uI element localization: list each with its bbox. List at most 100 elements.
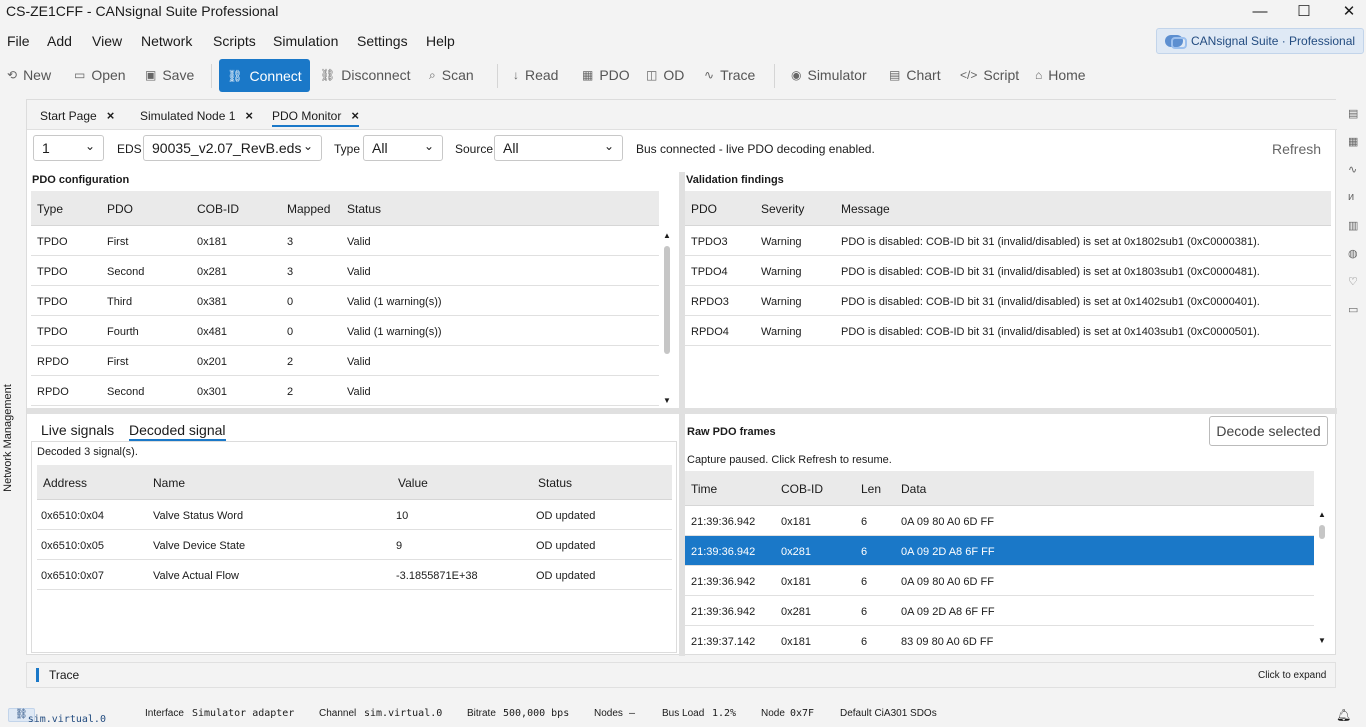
tab-decoded-signal[interactable]: Decoded signal <box>129 422 226 441</box>
column-header[interactable]: Mapped <box>287 202 330 216</box>
refresh-button[interactable]: Refresh <box>1272 141 1321 157</box>
table-row[interactable]: RPDO4 Warning PDO is disabled: COB-ID bit … <box>685 316 1331 346</box>
bell-icon[interactable]: 🔔︎ <box>1336 708 1351 722</box>
tab-live-signals[interactable]: Live signals <box>41 422 114 438</box>
table-row[interactable]: 21:39:36.942 0x281 6 0A 09 2D A8 6F FF <box>685 596 1314 626</box>
maximize-button[interactable]: ☐ <box>1281 0 1327 22</box>
column-header[interactable]: Message <box>841 202 890 216</box>
minimize-button[interactable]: — <box>1237 0 1283 22</box>
column-header[interactable]: Address <box>43 476 87 490</box>
trace-panel[interactable]: Trace Click to expand <box>26 662 1336 688</box>
table-row[interactable]: 21:39:37.142 0x181 6 83 09 80 A0 6D FF <box>685 626 1314 651</box>
table-cell: Valid <box>347 386 371 398</box>
home-button[interactable]: ⌂ Home <box>1035 67 1086 83</box>
table-row[interactable]: 0x6510:0x04 Valve Status Word 10 OD updated <box>37 500 672 530</box>
disconnect-button[interactable]: ⛓ Disconnect <box>320 67 411 83</box>
pdo-config-scrollbar[interactable]: ▲ ▼ <box>661 228 673 406</box>
table-row[interactable]: 21:39:36.942 0x181 6 0A 09 80 A0 6D FF <box>685 566 1314 596</box>
menu-scripts[interactable]: Scripts <box>213 33 256 49</box>
table-row[interactable]: TPDO3 Warning PDO is disabled: COB-ID bit … <box>685 226 1331 256</box>
pdo-button[interactable]: ▦ PDO <box>582 67 630 83</box>
column-header[interactable]: Status <box>347 202 381 216</box>
close-tab-icon[interactable]: × <box>245 108 253 123</box>
menu-simulation[interactable]: Simulation <box>273 33 338 49</box>
close-tab-icon[interactable]: × <box>351 108 359 123</box>
table-row[interactable]: TPDO4 Warning PDO is disabled: COB-ID bit … <box>685 256 1331 286</box>
new-button[interactable]: ⟲ New <box>7 67 51 83</box>
eds-select[interactable]: 90035_v2.07_RevB.eds ⌄ <box>143 135 322 161</box>
column-header[interactable]: PDO <box>107 202 133 216</box>
column-header[interactable]: Data <box>901 482 926 496</box>
scroll-up-icon[interactable]: ▲ <box>1316 510 1328 519</box>
simulator-button[interactable]: ◉ Simulator <box>791 67 867 83</box>
scroll-down-icon[interactable]: ▼ <box>1316 636 1328 645</box>
menu-file[interactable]: File <box>7 33 30 49</box>
tab-pdo-monitor[interactable]: PDO Monitor × <box>272 108 359 127</box>
sim-channel-badge[interactable]: ⛓ sim.virtual.0 <box>8 708 106 725</box>
globe-icon[interactable]: ◍ <box>1348 247 1358 260</box>
read-button[interactable]: ↓ Read <box>513 67 558 83</box>
tab-simulated-node[interactable]: Simulated Node 1 × <box>140 108 253 123</box>
bookmark-icon[interactable]: ᴎ <box>1348 191 1354 203</box>
column-header[interactable]: Status <box>538 476 572 490</box>
table-row[interactable]: RPDO Second 0x301 2 Valid <box>31 376 659 406</box>
heart-icon[interactable]: ♡ <box>1348 275 1358 288</box>
scroll-thumb[interactable] <box>1319 525 1325 539</box>
menu-help[interactable]: Help <box>426 33 455 49</box>
close-tab-icon[interactable]: × <box>107 108 115 123</box>
table-row[interactable]: 21:39:36.942 0x181 6 0A 09 80 A0 6D FF <box>685 506 1314 536</box>
table-row[interactable]: 0x6510:0x07 Valve Actual Flow -3.1855871E+… <box>37 560 672 590</box>
column-header[interactable]: Value <box>398 476 428 490</box>
save-button[interactable]: ▣ Save <box>145 67 194 83</box>
menu-settings[interactable]: Settings <box>357 33 408 49</box>
scroll-up-icon[interactable]: ▲ <box>661 231 673 240</box>
table-icon[interactable]: ▦ <box>1348 135 1358 148</box>
od-button[interactable]: ◫ OD <box>646 67 684 83</box>
raw-frames-scrollbar[interactable]: ▲ ▼ <box>1316 508 1328 650</box>
column-header[interactable]: COB-ID <box>197 202 239 216</box>
pulse-icon: ∿ <box>704 68 715 82</box>
column-header[interactable]: PDO <box>691 202 717 216</box>
node-select[interactable]: 1 ⌄ <box>33 135 104 161</box>
decode-selected-button[interactable]: Decode selected <box>1209 416 1328 446</box>
connect-button[interactable]: ⛓ Connect <box>219 59 310 92</box>
chart-button[interactable]: ▤ Chart <box>889 67 941 83</box>
menu-add[interactable]: Add <box>47 33 72 49</box>
column-header[interactable]: Type <box>37 202 63 216</box>
script-button[interactable]: </> Script <box>960 67 1019 83</box>
open-button[interactable]: ▭ Open <box>74 67 126 83</box>
trace-expand-hint[interactable]: Click to expand <box>1258 670 1326 681</box>
column-header[interactable]: Severity <box>761 202 804 216</box>
column-header[interactable]: Time <box>691 482 717 496</box>
pulse-icon[interactable]: ∿ <box>1348 163 1357 176</box>
table-row[interactable]: RPDO3 Warning PDO is disabled: COB-ID bit … <box>685 286 1331 316</box>
menu-view[interactable]: View <box>92 33 122 49</box>
scan-button[interactable]: ⌕ Scan <box>429 67 474 83</box>
table-cell: 21:39:36.942 <box>691 576 756 588</box>
menu-network[interactable]: Network <box>141 33 192 49</box>
table-row[interactable]: 21:39:36.942 0x281 6 0A 09 2D A8 6F FF <box>685 536 1314 566</box>
scroll-down-icon[interactable]: ▼ <box>661 396 673 405</box>
column-header[interactable]: COB-ID <box>781 482 823 496</box>
table-cell: Second <box>107 266 145 278</box>
doc-icon[interactable]: ▤ <box>1348 107 1358 120</box>
table-row[interactable]: TPDO Fourth 0x481 0 Valid (1 warning(s)) <box>31 316 659 346</box>
trace-button[interactable]: ∿ Trace <box>704 67 755 83</box>
table-row[interactable]: TPDO Second 0x281 3 Valid <box>31 256 659 286</box>
table-row[interactable]: 0x6510:0x05 Valve Device State 9 OD updated <box>37 530 672 560</box>
column-header[interactable]: Len <box>861 482 881 496</box>
table-row[interactable]: TPDO Third 0x381 0 Valid (1 warning(s)) <box>31 286 659 316</box>
table-row[interactable]: RPDO First 0x201 2 Valid <box>31 346 659 376</box>
type-select[interactable]: All ⌄ <box>363 135 443 161</box>
bars-icon[interactable]: ▥ <box>1348 219 1358 232</box>
network-management-tab[interactable]: Network Management <box>2 383 14 493</box>
scroll-thumb[interactable] <box>664 246 670 354</box>
horizontal-splitter[interactable] <box>27 408 1337 414</box>
column-header[interactable]: Name <box>153 476 185 490</box>
folder-icon[interactable]: ▭ <box>1348 303 1358 316</box>
tab-start-page[interactable]: Start Page × <box>40 108 114 123</box>
source-select[interactable]: All ⌄ <box>494 135 623 161</box>
table-row[interactable]: TPDO First 0x181 3 Valid <box>31 226 659 256</box>
table-cell: 21:39:36.942 <box>691 516 756 528</box>
close-button[interactable]: ✕ <box>1326 0 1366 22</box>
